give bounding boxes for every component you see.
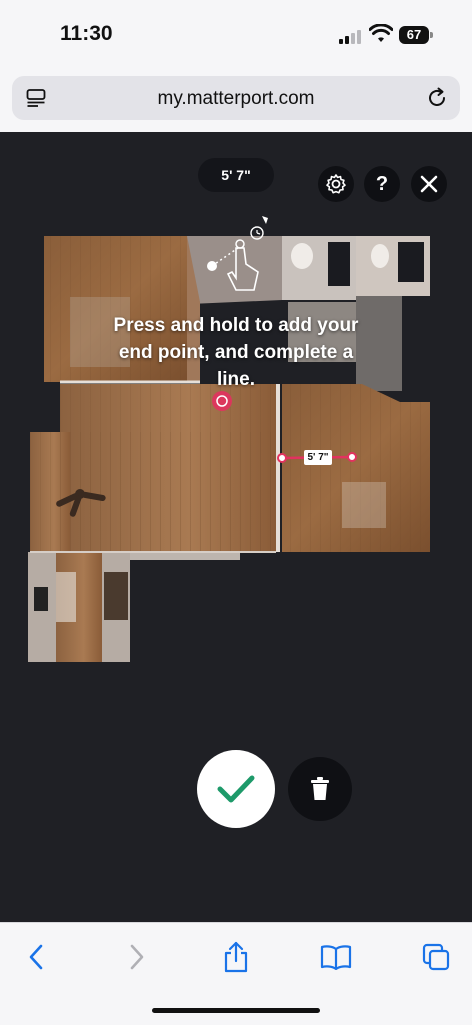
matterport-viewer[interactable]: 5' 7" ? Press and hold to add your end p… — [0, 132, 472, 922]
bookmarks-button[interactable] — [320, 941, 352, 973]
share-icon — [224, 941, 248, 973]
chevron-right-icon — [130, 944, 144, 970]
trash-icon — [311, 777, 329, 800]
delete-measurement-button[interactable] — [288, 757, 352, 821]
question-icon: ? — [375, 172, 389, 195]
status-bar: 11:30 67 — [0, 0, 472, 70]
gear-icon — [326, 174, 346, 194]
address-bar[interactable]: my.matterport.com — [12, 76, 460, 120]
measurement-label: 5' 7" — [304, 450, 332, 465]
status-time: 11:30 — [60, 22, 113, 45]
measure-instruction: Press and hold to add your end point, an… — [113, 315, 359, 390]
settings-button[interactable] — [318, 166, 354, 202]
target-reticle — [212, 391, 232, 411]
floor-plan-dollhouse[interactable] — [0, 132, 472, 692]
measurement-pill: 5' 7" — [198, 158, 274, 192]
battery-icon: 67 — [399, 26, 433, 44]
tabs-icon — [422, 943, 450, 971]
battery-level: 67 — [399, 26, 429, 44]
share-button[interactable] — [220, 941, 252, 973]
hallway-floor — [185, 236, 282, 304]
back-button[interactable] — [20, 941, 52, 973]
chevron-left-icon — [29, 944, 43, 970]
confirm-measurement-button[interactable] — [197, 750, 275, 828]
book-icon — [320, 945, 352, 970]
url-text[interactable]: my.matterport.com — [12, 88, 460, 110]
forward-button[interactable] — [121, 941, 153, 973]
wifi-icon — [369, 24, 393, 42]
tabs-button[interactable] — [420, 941, 452, 973]
close-icon — [420, 175, 438, 193]
checkmark-icon — [217, 775, 255, 803]
help-button[interactable]: ? — [364, 166, 400, 202]
browser-toolbar — [0, 922, 472, 1025]
close-button[interactable] — [411, 166, 447, 202]
browser-address-area: my.matterport.com — [0, 70, 472, 132]
home-indicator — [152, 1008, 320, 1013]
cellular-signal-icon — [339, 28, 363, 44]
reload-icon[interactable] — [426, 87, 448, 109]
